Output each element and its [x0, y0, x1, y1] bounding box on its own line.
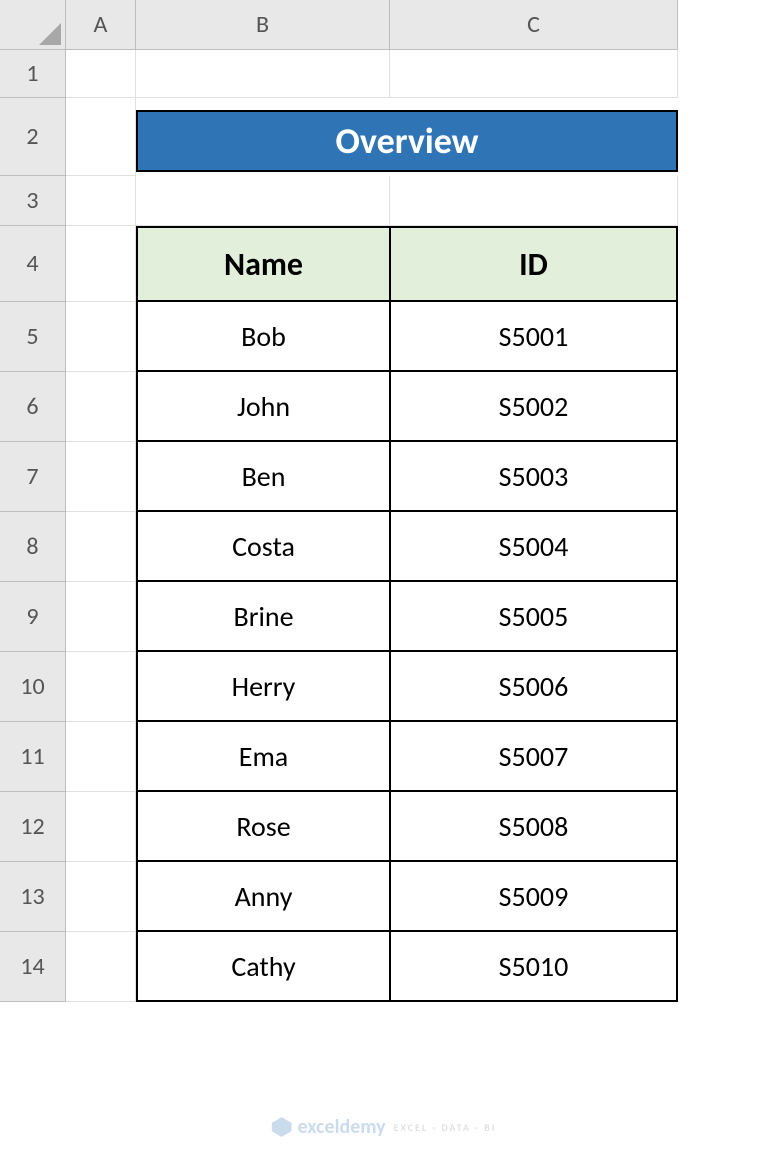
cell-c1[interactable]	[390, 50, 678, 98]
table-cell-name[interactable]: Rose	[136, 792, 390, 862]
cell-a12[interactable]	[66, 792, 136, 862]
table-cell-id[interactable]: S5005	[390, 582, 678, 652]
row-header-12[interactable]: 12	[0, 792, 66, 862]
row-header-10[interactable]: 10	[0, 652, 66, 722]
cell-a11[interactable]	[66, 722, 136, 792]
row-header-4[interactable]: 4	[0, 226, 66, 302]
spreadsheet-grid: A B C 1 2 Overview 3 4 Name ID 5 Bob S50…	[0, 0, 768, 1002]
cell-a9[interactable]	[66, 582, 136, 652]
row-header-13[interactable]: 13	[0, 862, 66, 932]
cell-a7[interactable]	[66, 442, 136, 512]
col-header-c[interactable]: C	[390, 0, 678, 50]
select-all-corner[interactable]	[0, 0, 66, 50]
watermark-brand: exceldemy	[298, 1115, 386, 1139]
table-cell-id[interactable]: S5010	[390, 932, 678, 1002]
table-cell-name[interactable]: Anny	[136, 862, 390, 932]
table-cell-name[interactable]: Costa	[136, 512, 390, 582]
cell-c3[interactable]	[390, 176, 678, 226]
watermark: exceldemy EXCEL · DATA · BI	[272, 1115, 497, 1139]
row-header-3[interactable]: 3	[0, 176, 66, 226]
table-cell-id[interactable]: S5004	[390, 512, 678, 582]
title-banner: Overview	[136, 110, 678, 172]
col-header-a[interactable]: A	[66, 0, 136, 50]
row-header-7[interactable]: 7	[0, 442, 66, 512]
table-cell-id[interactable]: S5006	[390, 652, 678, 722]
cell-a4[interactable]	[66, 226, 136, 302]
table-header-id[interactable]: ID	[390, 226, 678, 302]
table-cell-name[interactable]: Cathy	[136, 932, 390, 1002]
cell-a5[interactable]	[66, 302, 136, 372]
table-cell-id[interactable]: S5009	[390, 862, 678, 932]
watermark-tagline: EXCEL · DATA · BI	[394, 1121, 497, 1134]
cell-a8[interactable]	[66, 512, 136, 582]
table-cell-id[interactable]: S5001	[390, 302, 678, 372]
row-header-8[interactable]: 8	[0, 512, 66, 582]
cell-a3[interactable]	[66, 176, 136, 226]
row-header-9[interactable]: 9	[0, 582, 66, 652]
cell-a13[interactable]	[66, 862, 136, 932]
table-cell-name[interactable]: Bob	[136, 302, 390, 372]
title-merged-cell[interactable]: Overview	[136, 98, 678, 176]
row-header-6[interactable]: 6	[0, 372, 66, 442]
table-cell-name[interactable]: Ben	[136, 442, 390, 512]
row-header-14[interactable]: 14	[0, 932, 66, 1002]
cell-a10[interactable]	[66, 652, 136, 722]
cell-a14[interactable]	[66, 932, 136, 1002]
row-header-2[interactable]: 2	[0, 98, 66, 176]
cell-b1[interactable]	[136, 50, 390, 98]
cube-icon	[272, 1117, 292, 1137]
table-cell-name[interactable]: Ema	[136, 722, 390, 792]
table-cell-name[interactable]: Herry	[136, 652, 390, 722]
table-cell-id[interactable]: S5002	[390, 372, 678, 442]
table-cell-name[interactable]: John	[136, 372, 390, 442]
cell-a1[interactable]	[66, 50, 136, 98]
cell-b3[interactable]	[136, 176, 390, 226]
row-header-11[interactable]: 11	[0, 722, 66, 792]
row-header-1[interactable]: 1	[0, 50, 66, 98]
table-cell-id[interactable]: S5003	[390, 442, 678, 512]
row-header-5[interactable]: 5	[0, 302, 66, 372]
cell-a6[interactable]	[66, 372, 136, 442]
cell-a2[interactable]	[66, 98, 136, 176]
table-header-name[interactable]: Name	[136, 226, 390, 302]
col-header-b[interactable]: B	[136, 0, 390, 50]
table-cell-id[interactable]: S5007	[390, 722, 678, 792]
table-cell-id[interactable]: S5008	[390, 792, 678, 862]
table-cell-name[interactable]: Brine	[136, 582, 390, 652]
